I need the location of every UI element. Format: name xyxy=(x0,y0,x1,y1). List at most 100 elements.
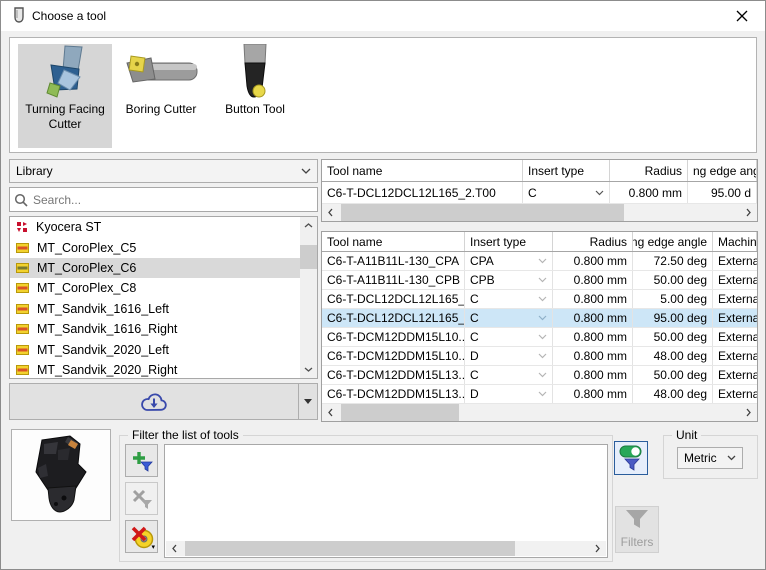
library-list-item[interactable]: MT_Sandvik_2020_Right xyxy=(10,360,300,379)
tool-photo xyxy=(18,434,104,516)
column-header[interactable]: ng edge angle xyxy=(633,232,713,251)
library-list-item[interactable]: MT_Sandvik_1616_Right xyxy=(10,319,300,339)
library-combobox[interactable]: Library xyxy=(9,159,318,183)
insert-type-dropdown[interactable]: D xyxy=(465,347,553,365)
insert-type-dropdown[interactable]: C xyxy=(465,366,553,384)
column-header[interactable]: Radius xyxy=(610,160,688,181)
table-row[interactable]: C6-T-DCM12DDM15L13... C 0.800 mm 50.00 d… xyxy=(322,366,757,385)
add-filter-button[interactable] xyxy=(125,444,158,477)
insert-type-dropdown[interactable]: C xyxy=(465,309,553,327)
library-list-item[interactable]: MT_CoroPlex_C8 xyxy=(10,278,300,298)
unit-combobox[interactable]: Metric xyxy=(677,447,743,469)
insert-type-dropdown[interactable]: CPA xyxy=(465,252,553,270)
clear-filters-button[interactable]: ▾ xyxy=(125,520,158,553)
scrollbar-thumb[interactable] xyxy=(185,541,515,556)
library-list-item[interactable]: MT_CoroPlex_C5 xyxy=(10,237,300,257)
horizontal-scrollbar[interactable] xyxy=(322,404,757,421)
column-header[interactable]: Machining xyxy=(713,232,757,251)
table-row[interactable]: C6-T-DCM12DDM15L10... D 0.800 mm 48.00 d… xyxy=(322,347,757,366)
cell-machining: External xyxy=(713,385,757,403)
horizontal-scrollbar[interactable] xyxy=(322,204,757,221)
scrollbar-thumb[interactable] xyxy=(341,404,459,421)
insert-type-dropdown[interactable]: C xyxy=(523,182,610,203)
column-header[interactable]: Tool name xyxy=(322,232,465,251)
library-list-item[interactable]: MT_Sandvik_1616_Left xyxy=(10,299,300,319)
plus-funnel-icon xyxy=(131,450,153,472)
chevron-down-icon xyxy=(538,277,547,283)
scrollbar-thumb[interactable] xyxy=(300,245,317,269)
toggle-funnel-icon xyxy=(619,445,643,471)
library-vertical-scrollbar[interactable] xyxy=(300,217,317,378)
library-list-item[interactable]: Kyocera ST xyxy=(10,217,300,237)
cell-tool-name: C6-T-DCM12DDM15L13... xyxy=(322,366,465,384)
selected-tool-row[interactable]: C6-T-DCL12DCL12L165_2.T00 C 0.800 mm 95.… xyxy=(322,182,757,204)
table-row[interactable]: C6-T-DCM12DDM15L13... D 0.800 mm 48.00 d… xyxy=(322,385,757,404)
search-box xyxy=(9,187,318,212)
search-input[interactable] xyxy=(33,193,313,207)
horizontal-scrollbar[interactable] xyxy=(166,541,606,556)
tool-type-button-tool[interactable]: Button Tool xyxy=(210,44,300,148)
cell-tool-name: C6-T-A11B11L-130_CPA xyxy=(322,252,465,270)
filters-button-label: Filters xyxy=(621,535,654,549)
scroll-right-arrow[interactable] xyxy=(740,404,757,421)
chevron-down-icon xyxy=(727,455,736,461)
column-header[interactable]: Radius xyxy=(553,232,633,251)
close-button[interactable] xyxy=(727,4,757,28)
x-funnel-icon xyxy=(131,488,153,510)
column-header[interactable]: Insert type xyxy=(465,232,553,251)
cell-radius: 0.800 mm xyxy=(553,252,633,270)
scroll-left-arrow[interactable] xyxy=(166,541,183,556)
filters-button[interactable]: Filters xyxy=(615,506,659,553)
library-icon xyxy=(16,283,29,293)
table-row[interactable]: C6-T-A11B11L-130_CPB CPB 0.800 mm 50.00 … xyxy=(322,271,757,290)
scroll-right-arrow[interactable] xyxy=(740,204,757,221)
cell-machining: External xyxy=(713,252,757,270)
library-icon xyxy=(16,345,29,355)
library-item-label: MT_CoroPlex_C6 xyxy=(37,261,136,275)
close-icon xyxy=(736,10,748,22)
clear-filters-dropdown-arrow[interactable]: ▾ xyxy=(151,544,155,551)
cell-edge-angle: 48.00 deg xyxy=(633,347,713,365)
cell-radius: 0.800 mm xyxy=(610,182,688,203)
search-icon xyxy=(14,193,28,207)
scroll-down-arrow[interactable] xyxy=(300,361,317,378)
unit-group: Unit Metric xyxy=(663,435,758,479)
download-options-dropdown[interactable] xyxy=(299,384,317,419)
insert-type-dropdown[interactable]: CPB xyxy=(465,271,553,289)
chevron-down-icon xyxy=(301,168,311,174)
column-header[interactable]: Insert type xyxy=(523,160,610,181)
table-row[interactable]: C6-T-A11B11L-130_CPA CPA 0.800 mm 72.50 … xyxy=(322,252,757,271)
table-row[interactable]: C6-T-DCL12DCL12L165_1 C 0.800 mm 5.00 de… xyxy=(322,290,757,309)
library-list-item-selected[interactable]: MT_CoroPlex_C6 xyxy=(10,258,300,278)
unit-combobox-value: Metric xyxy=(684,451,717,465)
unit-group-title: Unit xyxy=(672,428,701,442)
scroll-left-arrow[interactable] xyxy=(322,204,339,221)
scroll-left-arrow[interactable] xyxy=(322,404,339,421)
library-list-item[interactable]: MT_Sandvik_2020_Left xyxy=(10,339,300,359)
library-combobox-value: Library xyxy=(16,164,53,178)
chevron-down-icon xyxy=(595,190,604,196)
toggle-filter-button[interactable] xyxy=(614,441,648,475)
scroll-right-arrow[interactable] xyxy=(589,541,606,556)
library-item-label: MT_CoroPlex_C5 xyxy=(37,241,136,255)
tool-type-boring-cutter[interactable]: Boring Cutter xyxy=(114,44,208,148)
scrollbar-thumb[interactable] xyxy=(341,204,624,221)
table-row-selected[interactable]: C6-T-DCL12DCL12L165_2 C 0.800 mm 95.00 d… xyxy=(322,309,757,328)
table-row[interactable]: C6-T-DCM12DDM15L10... C 0.800 mm 50.00 d… xyxy=(322,328,757,347)
scroll-up-arrow[interactable] xyxy=(300,217,317,234)
column-header[interactable]: ng edge ang xyxy=(688,160,757,181)
column-header[interactable]: Tool name xyxy=(322,160,523,181)
insert-type-dropdown[interactable]: D xyxy=(465,385,553,403)
tool-type-turning-facing-cutter[interactable]: Turning Facing Cutter xyxy=(18,44,112,148)
insert-type-dropdown[interactable]: C xyxy=(465,328,553,346)
download-library-button[interactable] xyxy=(10,384,299,419)
download-library-split-button xyxy=(9,383,318,420)
chevron-down-icon xyxy=(538,315,547,321)
cell-machining: External xyxy=(713,271,757,289)
cell-radius: 0.800 mm xyxy=(553,271,633,289)
insert-type-dropdown[interactable]: C xyxy=(465,290,553,308)
active-filters-list[interactable] xyxy=(164,444,608,558)
insert-type-value: D xyxy=(470,349,479,363)
remove-filter-button[interactable] xyxy=(125,482,158,515)
cell-tool-name: C6-T-DCL12DCL12L165_1 xyxy=(322,290,465,308)
